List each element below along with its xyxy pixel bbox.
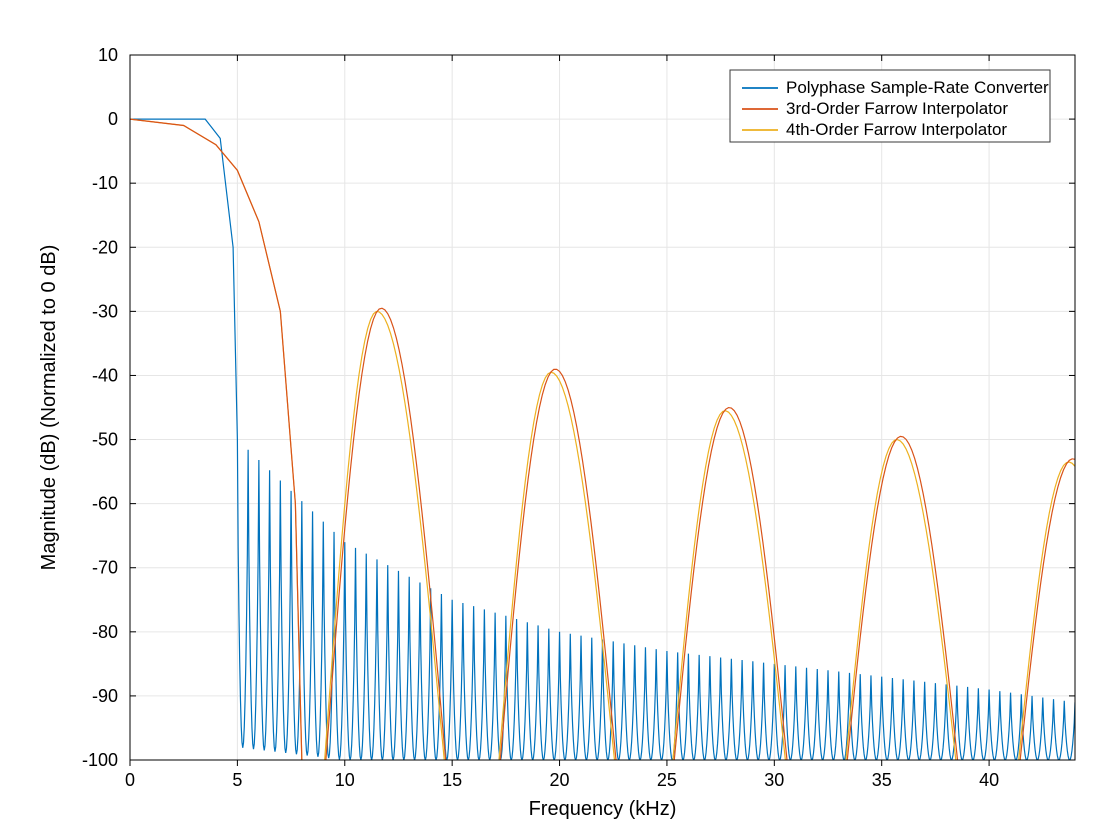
y-tick-label: -10 [92, 173, 118, 193]
y-tick-label: -50 [92, 430, 118, 450]
legend-label: Polyphase Sample-Rate Converter [786, 78, 1049, 97]
y-tick-label: 10 [98, 45, 118, 65]
magnitude-response-chart: 0510152025303540-100-90-80-70-60-50-40-3… [0, 0, 1120, 840]
x-tick-label: 30 [764, 770, 784, 790]
x-axis-label: Frequency (kHz) [529, 798, 677, 820]
y-axis-label: Magnitude (dB) (Normalized to 0 dB) [38, 245, 60, 571]
x-tick-label: 5 [232, 770, 242, 790]
x-tick-label: 15 [442, 770, 462, 790]
y-tick-label: -20 [92, 237, 118, 257]
y-tick-label: -40 [92, 365, 118, 385]
y-tick-label: -80 [92, 622, 118, 642]
y-tick-label: -90 [92, 686, 118, 706]
x-tick-label: 20 [550, 770, 570, 790]
legend-label: 3rd-Order Farrow Interpolator [786, 99, 1008, 118]
y-tick-label: -70 [92, 558, 118, 578]
legend: Polyphase Sample-Rate Converter 3rd-Order… [730, 70, 1050, 142]
chart-svg: 0510152025303540-100-90-80-70-60-50-40-3… [0, 0, 1120, 840]
y-tick-label: -100 [82, 750, 118, 770]
y-tick-label: -30 [92, 301, 118, 321]
legend-label: 4th-Order Farrow Interpolator [786, 120, 1007, 139]
x-tick-label: 25 [657, 770, 677, 790]
y-tick-label: 0 [108, 109, 118, 129]
x-tick-label: 35 [872, 770, 892, 790]
x-tick-label: 40 [979, 770, 999, 790]
x-tick-label: 10 [335, 770, 355, 790]
y-tick-label: -60 [92, 494, 118, 514]
x-tick-label: 0 [125, 770, 135, 790]
